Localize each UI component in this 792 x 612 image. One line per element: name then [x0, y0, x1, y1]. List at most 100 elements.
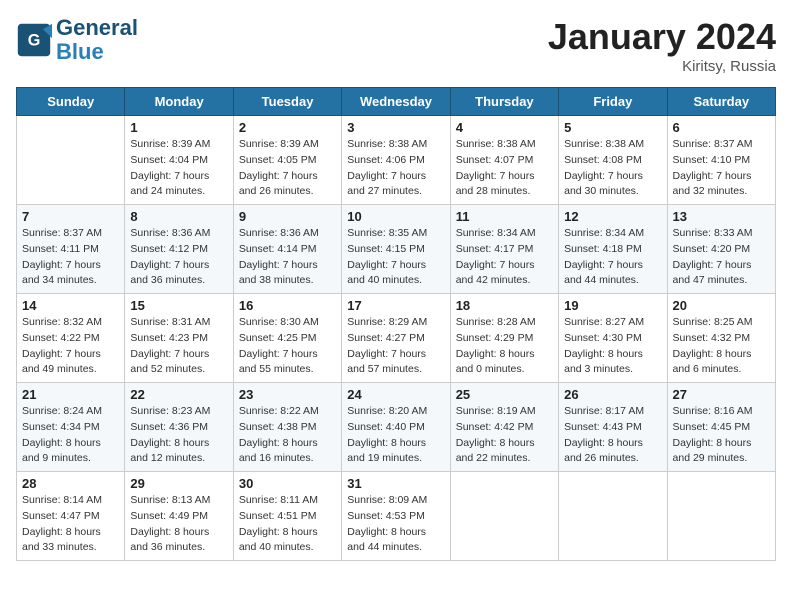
calendar-cell: 31Sunrise: 8:09 AMSunset: 4:53 PMDayligh… — [342, 472, 450, 561]
day-number: 6 — [673, 120, 770, 135]
logo-text: GeneralBlue — [56, 16, 138, 64]
day-number: 2 — [239, 120, 336, 135]
svg-text:G: G — [28, 32, 41, 50]
day-number: 14 — [22, 298, 119, 313]
calendar-cell: 5 Sunrise: 8:38 AMSunset: 4:08 PMDaylight… — [559, 116, 667, 205]
calendar-cell — [667, 472, 775, 561]
day-number: 27 — [673, 387, 770, 402]
day-number: 26 — [564, 387, 661, 402]
calendar-cell: 4 Sunrise: 8:38 AMSunset: 4:07 PMDaylight… — [450, 116, 558, 205]
day-info: Sunrise: 8:37 AMSunset: 4:11 PMDaylight:… — [22, 226, 119, 289]
logo: G GeneralBlue — [16, 16, 138, 64]
calendar-cell: 19Sunrise: 8:27 AMSunset: 4:30 PMDayligh… — [559, 294, 667, 383]
calendar-cell: 14Sunrise: 8:32 AMSunset: 4:22 PMDayligh… — [17, 294, 125, 383]
day-info: Sunrise: 8:33 AMSunset: 4:20 PMDaylight:… — [673, 226, 770, 289]
day-info: Sunrise: 8:28 AMSunset: 4:29 PMDaylight:… — [456, 315, 553, 378]
calendar-cell: 18 Sunrise: 8:28 AMSunset: 4:29 PMDayligh… — [450, 294, 558, 383]
day-number: 22 — [130, 387, 227, 402]
day-number: 12 — [564, 209, 661, 224]
day-info: Sunrise: 8:17 AMSunset: 4:43 PMDaylight:… — [564, 404, 661, 467]
calendar-cell: 24 Sunrise: 8:20 AMSunset: 4:40 PMDayligh… — [342, 383, 450, 472]
calendar-cell: 11 Sunrise: 8:34 AMSunset: 4:17 PMDayligh… — [450, 205, 558, 294]
calendar-cell: 6 Sunrise: 8:37 AMSunset: 4:10 PMDaylight… — [667, 116, 775, 205]
day-number: 17 — [347, 298, 444, 313]
day-info: Sunrise: 8:14 AMSunset: 4:47 PMDaylight:… — [22, 493, 119, 556]
day-info: Sunrise: 8:38 AMSunset: 4:06 PMDaylight:… — [347, 137, 444, 200]
day-header-thursday: Thursday — [450, 88, 558, 116]
day-info: Sunrise: 8:31 AMSunset: 4:23 PMDaylight:… — [130, 315, 227, 378]
calendar-cell — [17, 116, 125, 205]
day-info: Sunrise: 8:38 AMSunset: 4:07 PMDaylight:… — [456, 137, 553, 200]
day-info: Sunrise: 8:36 AMSunset: 4:12 PMDaylight:… — [130, 226, 227, 289]
calendar-cell: 9 Sunrise: 8:36 AMSunset: 4:14 PMDaylight… — [233, 205, 341, 294]
day-number: 3 — [347, 120, 444, 135]
calendar-cell: 13 Sunrise: 8:33 AMSunset: 4:20 PMDayligh… — [667, 205, 775, 294]
day-number: 16 — [239, 298, 336, 313]
calendar-cell: 22 Sunrise: 8:23 AMSunset: 4:36 PMDayligh… — [125, 383, 233, 472]
day-number: 1 — [130, 120, 227, 135]
day-info: Sunrise: 8:39 AMSunset: 4:05 PMDaylight:… — [239, 137, 336, 200]
day-info: Sunrise: 8:09 AMSunset: 4:53 PMDaylight:… — [347, 493, 444, 556]
calendar-cell: 29 Sunrise: 8:13 AMSunset: 4:49 PMDayligh… — [125, 472, 233, 561]
day-header-friday: Friday — [559, 88, 667, 116]
day-number: 15 — [130, 298, 227, 313]
day-number: 9 — [239, 209, 336, 224]
day-info: Sunrise: 8:13 AMSunset: 4:49 PMDaylight:… — [130, 493, 227, 556]
calendar-cell: 16 Sunrise: 8:30 AMSunset: 4:25 PMDayligh… — [233, 294, 341, 383]
day-number: 10 — [347, 209, 444, 224]
day-number: 21 — [22, 387, 119, 402]
calendar-cell: 3 Sunrise: 8:38 AMSunset: 4:06 PMDaylight… — [342, 116, 450, 205]
calendar-cell: 12 Sunrise: 8:34 AMSunset: 4:18 PMDayligh… — [559, 205, 667, 294]
day-info: Sunrise: 8:36 AMSunset: 4:14 PMDaylight:… — [239, 226, 336, 289]
calendar-week-4: 21 Sunrise: 8:24 AMSunset: 4:34 PMDayligh… — [17, 383, 776, 472]
calendar-cell: 21 Sunrise: 8:24 AMSunset: 4:34 PMDayligh… — [17, 383, 125, 472]
calendar-cell: 17Sunrise: 8:29 AMSunset: 4:27 PMDayligh… — [342, 294, 450, 383]
day-number: 13 — [673, 209, 770, 224]
calendar-week-5: 28 Sunrise: 8:14 AMSunset: 4:47 PMDayligh… — [17, 472, 776, 561]
day-info: Sunrise: 8:23 AMSunset: 4:36 PMDaylight:… — [130, 404, 227, 467]
calendar-week-2: 7Sunrise: 8:37 AMSunset: 4:11 PMDaylight… — [17, 205, 776, 294]
calendar-cell: 15 Sunrise: 8:31 AMSunset: 4:23 PMDayligh… — [125, 294, 233, 383]
calendar-week-1: 1Sunrise: 8:39 AMSunset: 4:04 PMDaylight… — [17, 116, 776, 205]
day-info: Sunrise: 8:11 AMSunset: 4:51 PMDaylight:… — [239, 493, 336, 556]
day-number: 29 — [130, 476, 227, 491]
day-number: 20 — [673, 298, 770, 313]
calendar-header: SundayMondayTuesdayWednesdayThursdayFrid… — [17, 88, 776, 116]
day-number: 24 — [347, 387, 444, 402]
calendar-cell — [559, 472, 667, 561]
day-info: Sunrise: 8:20 AMSunset: 4:40 PMDaylight:… — [347, 404, 444, 467]
day-number: 11 — [456, 209, 553, 224]
day-number: 18 — [456, 298, 553, 313]
day-header-tuesday: Tuesday — [233, 88, 341, 116]
day-number: 25 — [456, 387, 553, 402]
day-number: 28 — [22, 476, 119, 491]
day-info: Sunrise: 8:35 AMSunset: 4:15 PMDaylight:… — [347, 226, 444, 289]
day-info: Sunrise: 8:30 AMSunset: 4:25 PMDaylight:… — [239, 315, 336, 378]
day-number: 19 — [564, 298, 661, 313]
day-info: Sunrise: 8:37 AMSunset: 4:10 PMDaylight:… — [673, 137, 770, 200]
calendar-table: SundayMondayTuesdayWednesdayThursdayFrid… — [16, 87, 776, 561]
day-number: 23 — [239, 387, 336, 402]
day-info: Sunrise: 8:34 AMSunset: 4:17 PMDaylight:… — [456, 226, 553, 289]
day-header-saturday: Saturday — [667, 88, 775, 116]
day-info: Sunrise: 8:38 AMSunset: 4:08 PMDaylight:… — [564, 137, 661, 200]
calendar-cell: 20Sunrise: 8:25 AMSunset: 4:32 PMDayligh… — [667, 294, 775, 383]
calendar-cell: 26 Sunrise: 8:17 AMSunset: 4:43 PMDayligh… — [559, 383, 667, 472]
location-subtitle: Kiritsy, Russia — [548, 58, 776, 75]
day-info: Sunrise: 8:19 AMSunset: 4:42 PMDaylight:… — [456, 404, 553, 467]
day-info: Sunrise: 8:24 AMSunset: 4:34 PMDaylight:… — [22, 404, 119, 467]
day-number: 5 — [564, 120, 661, 135]
calendar-cell: 2 Sunrise: 8:39 AMSunset: 4:05 PMDaylight… — [233, 116, 341, 205]
calendar-cell — [450, 472, 558, 561]
calendar-cell: 30Sunrise: 8:11 AMSunset: 4:51 PMDayligh… — [233, 472, 341, 561]
page-header: G GeneralBlue January 2024 Kiritsy, Russ… — [16, 16, 776, 75]
day-number: 4 — [456, 120, 553, 135]
calendar-cell: 28 Sunrise: 8:14 AMSunset: 4:47 PMDayligh… — [17, 472, 125, 561]
day-header-sunday: Sunday — [17, 88, 125, 116]
day-header-wednesday: Wednesday — [342, 88, 450, 116]
day-info: Sunrise: 8:34 AMSunset: 4:18 PMDaylight:… — [564, 226, 661, 289]
day-info: Sunrise: 8:22 AMSunset: 4:38 PMDaylight:… — [239, 404, 336, 467]
calendar-cell: 8Sunrise: 8:36 AMSunset: 4:12 PMDaylight… — [125, 205, 233, 294]
calendar-cell: 10 Sunrise: 8:35 AMSunset: 4:15 PMDayligh… — [342, 205, 450, 294]
calendar-cell: 7Sunrise: 8:37 AMSunset: 4:11 PMDaylight… — [17, 205, 125, 294]
